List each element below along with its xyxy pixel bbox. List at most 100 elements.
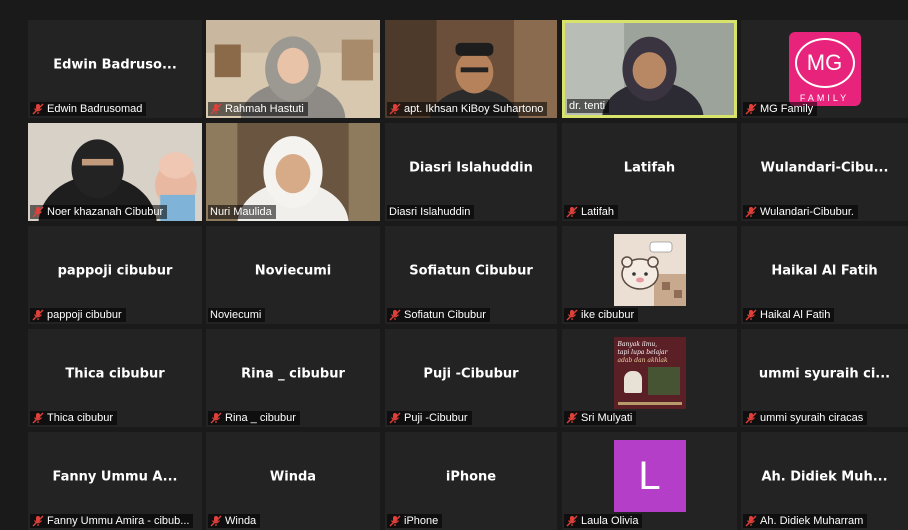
muted-mic-icon xyxy=(745,103,757,115)
participant-name: pappoji cibubur xyxy=(47,309,122,321)
poster-text-line: tapi lupa belajar xyxy=(617,349,668,356)
participant-name: Fanny Ummu Amira - cibub... xyxy=(47,515,190,527)
mg-logo-text: MG xyxy=(806,50,843,75)
participant-tile[interactable]: Banyak ilmu, tapi lupa belajar adab dan ak… xyxy=(562,329,737,427)
participant-display-name: Haikal Al Fatih xyxy=(771,263,878,279)
muted-mic-icon xyxy=(210,515,222,527)
muted-mic-icon xyxy=(389,515,401,527)
muted-mic-icon xyxy=(210,412,222,424)
participant-name-label: Noviecumi xyxy=(208,308,266,322)
participant-name-label: Wulandari-Cibubur. xyxy=(743,205,858,219)
participant-name: Puji -Cibubur xyxy=(404,412,468,424)
participant-name: Wulandari-Cibubur. xyxy=(760,206,854,218)
profile-picture xyxy=(613,234,686,306)
participant-tile[interactable]: Nuri Maulida xyxy=(206,123,380,221)
participant-name-label: Laula Olivia xyxy=(564,514,643,528)
participant-tile[interactable]: Noviecumi Noviecumi xyxy=(206,226,380,324)
participant-name: Winda xyxy=(225,515,257,527)
participant-tile[interactable]: iPhone iPhone xyxy=(385,432,557,530)
participant-name-label: Ah. Didiek Muharram xyxy=(743,514,868,528)
participant-display-name: Winda xyxy=(269,469,317,485)
participant-display-name: Sofiatun Cibubur xyxy=(409,263,533,279)
participant-name-label: Fanny Ummu Amira - cibub... xyxy=(30,514,194,528)
participant-tile[interactable]: apt. Ikhsan KiBoy Suhartono xyxy=(385,20,557,118)
participant-tile[interactable]: Wulandari-Cibu... Wulandari-Cibubur. xyxy=(741,123,908,221)
participant-name: Haikal Al Fatih xyxy=(760,309,831,321)
muted-mic-icon xyxy=(210,103,222,115)
muted-mic-icon xyxy=(32,515,44,527)
participant-name-label: pappoji cibubur xyxy=(30,308,126,322)
participant-name-label: Latifah xyxy=(564,205,619,219)
participant-name-label: Winda xyxy=(208,514,261,528)
muted-mic-icon xyxy=(566,309,578,321)
participant-name-label: Sofiatun Cibubur xyxy=(387,308,490,322)
participant-tile[interactable]: Edwin Badruso... Edwin Badrusomad xyxy=(28,20,202,118)
participant-tile[interactable]: Sofiatun Cibubur Sofiatun Cibubur xyxy=(385,226,557,324)
muted-mic-icon xyxy=(566,412,578,424)
participant-tile[interactable]: Latifah Latifah xyxy=(562,123,737,221)
profile-picture: Banyak ilmu, tapi lupa belajar adab dan ak… xyxy=(613,337,686,409)
participant-name-label: Haikal Al Fatih xyxy=(743,308,835,322)
participant-display-name: Wulandari-Cibu... xyxy=(760,160,889,176)
profile-avatar-letter: L xyxy=(613,440,686,512)
participant-tile[interactable]: Noer khazanah Cibubur xyxy=(28,123,202,221)
participant-name: apt. Ikhsan KiBoy Suhartono xyxy=(404,103,544,115)
participant-name: iPhone xyxy=(404,515,439,527)
muted-mic-icon xyxy=(745,412,757,424)
participant-tile[interactable]: Winda Winda xyxy=(206,432,380,530)
muted-mic-icon xyxy=(745,515,757,527)
participant-name-label: Puji -Cibubur xyxy=(387,411,472,425)
participant-name-label: dr. tenti xyxy=(567,99,610,113)
participant-tile[interactable]: MG FAMILY MG Family xyxy=(741,20,908,118)
participant-tile[interactable]: Rina _ cibubur Rina _ cibubur xyxy=(206,329,380,427)
participant-tile[interactable]: Ah. Didiek Muh... Ah. Didiek Muharram xyxy=(741,432,908,530)
participant-tile[interactable]: pappoji cibubur pappoji cibubur xyxy=(28,226,202,324)
poster-text-line: Banyak ilmu, xyxy=(617,341,658,348)
participant-tile[interactable]: Diasri Islahuddin Diasri Islahuddin xyxy=(385,123,557,221)
participant-display-name: Latifah xyxy=(623,160,676,176)
participant-name-label: Diasri Islahuddin xyxy=(387,205,475,219)
participant-tile[interactable]: Thica cibubur Thica cibubur xyxy=(28,329,202,427)
participant-name: Laula Olivia xyxy=(581,515,639,527)
profile-picture: MG FAMILY xyxy=(788,32,861,106)
participant-name: MG Family xyxy=(760,103,814,115)
participant-tile[interactable]: Haikal Al Fatih Haikal Al Fatih xyxy=(741,226,908,324)
participant-name-label: Edwin Badrusomad xyxy=(30,102,147,116)
participant-display-name: Diasri Islahuddin xyxy=(409,160,533,176)
participant-display-name: Ah. Didiek Muh... xyxy=(761,469,888,485)
participant-display-name: Thica cibubur xyxy=(65,366,165,382)
participant-name: Rina _ cibubur xyxy=(225,412,296,424)
participant-tile[interactable]: ummi syuraih ci... ummi syuraih ciracas xyxy=(741,329,908,427)
participant-display-name: Puji -Cibubur xyxy=(423,366,519,382)
participant-name: Sri Mulyati xyxy=(581,412,633,424)
participant-name: Rahmah Hastuti xyxy=(225,103,304,115)
participant-tile[interactable]: Fanny Ummu A... Fanny Ummu Amira - cibub.… xyxy=(28,432,202,530)
muted-mic-icon xyxy=(32,103,44,115)
participant-tile[interactable]: L Laula Olivia xyxy=(562,432,737,530)
participant-name-label: Noer khazanah Cibubur xyxy=(30,205,168,219)
participant-name: ummi syuraih ciracas xyxy=(760,412,864,424)
muted-mic-icon xyxy=(389,309,401,321)
participant-name-label: apt. Ikhsan KiBoy Suhartono xyxy=(387,102,548,116)
participant-name: Nuri Maulida xyxy=(210,206,272,218)
participant-name: Sofiatun Cibubur xyxy=(404,309,486,321)
participant-name: Diasri Islahuddin xyxy=(389,206,471,218)
participant-name: Latifah xyxy=(581,206,615,218)
participant-name: Noviecumi xyxy=(210,309,262,321)
muted-mic-icon xyxy=(745,309,757,321)
participant-name-label: ike cibubur xyxy=(564,308,639,322)
participant-tile[interactable]: dr. tenti xyxy=(562,20,737,118)
participant-name: Thica cibubur xyxy=(47,412,114,424)
participant-name: Ah. Didiek Muharram xyxy=(760,515,864,527)
participant-display-name: Rina _ cibubur xyxy=(241,366,345,382)
muted-mic-icon xyxy=(32,309,44,321)
participant-name: Edwin Badrusomad xyxy=(47,103,143,115)
participant-tile[interactable]: Puji -Cibubur Puji -Cibubur xyxy=(385,329,557,427)
participant-display-name: Fanny Ummu A... xyxy=(52,469,178,485)
participant-display-name: ummi syuraih ci... xyxy=(758,366,891,382)
participant-name-label: ummi syuraih ciracas xyxy=(743,411,868,425)
participant-tile[interactable]: ike cibubur xyxy=(562,226,737,324)
participant-tile[interactable]: Rahmah Hastuti xyxy=(206,20,380,118)
muted-mic-icon xyxy=(745,206,757,218)
participant-display-name: Edwin Badruso... xyxy=(53,57,177,73)
